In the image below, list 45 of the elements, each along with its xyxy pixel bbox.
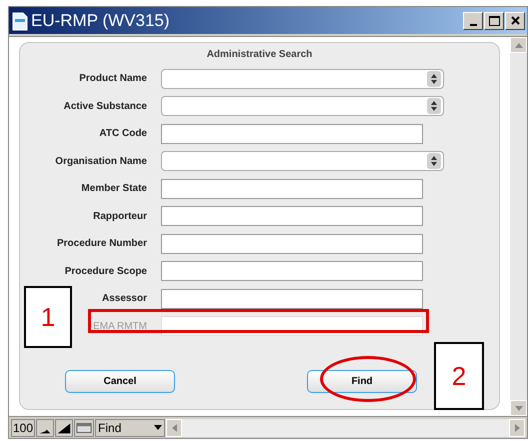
cancel-button[interactable]: Cancel: [65, 370, 175, 393]
input-field[interactable]: [161, 234, 423, 254]
caret-icon: [154, 425, 162, 430]
input-field[interactable]: [161, 261, 423, 282]
field-label: Procedure Number: [56, 237, 148, 252]
field-label: ATC Code: [98, 127, 148, 142]
minimize-button[interactable]: [463, 12, 483, 30]
zoom-out-icon[interactable]: [36, 418, 54, 436]
field-label: Procedure Scope: [64, 264, 148, 279]
stepper-icon: [427, 70, 441, 87]
field-label: Member State: [80, 182, 148, 196]
horizontal-scrollbar[interactable]: [166, 418, 525, 436]
field-label: Assessor: [100, 292, 148, 306]
right-arrow-icon: [514, 424, 520, 432]
close-button[interactable]: [505, 12, 525, 30]
mode-dropdown[interactable]: Find: [95, 418, 166, 436]
input-field[interactable]: [161, 178, 423, 199]
dropdown-field[interactable]: [161, 96, 444, 116]
down-arrow-icon: [514, 406, 522, 410]
window-icon[interactable]: [74, 418, 94, 436]
field-label: EMA RMTM: [92, 320, 148, 334]
find-button[interactable]: Find: [307, 370, 417, 393]
field-label: Active Substance: [62, 100, 148, 114]
window-title: EU-RMP (WV315): [31, 10, 171, 32]
document-icon: [11, 10, 29, 30]
input-field[interactable]: [161, 288, 423, 309]
vertical-scrollbar[interactable]: [510, 37, 527, 416]
input-field[interactable]: [161, 124, 423, 144]
input-field[interactable]: [161, 206, 423, 226]
panel-title: Administrative Search: [206, 48, 312, 62]
stepper-icon: [427, 153, 441, 170]
field-label: Product Name: [78, 72, 148, 86]
stepper-icon: [427, 98, 441, 114]
left-arrow-icon: [172, 424, 177, 432]
close-icon: [510, 16, 520, 25]
up-arrow-icon: [514, 42, 522, 48]
dropdown-field[interactable]: [161, 68, 444, 89]
dropdown-field[interactable]: [161, 151, 444, 172]
zoom-in-icon[interactable]: [55, 418, 74, 436]
callout-number: 2: [434, 342, 484, 410]
zoom-level[interactable]: 100: [11, 418, 36, 436]
field-label: Rapporteur: [92, 210, 148, 224]
callout-number: 1: [24, 286, 72, 348]
maximize-button[interactable]: [484, 12, 504, 30]
field-label: Organisation Name: [54, 154, 148, 169]
